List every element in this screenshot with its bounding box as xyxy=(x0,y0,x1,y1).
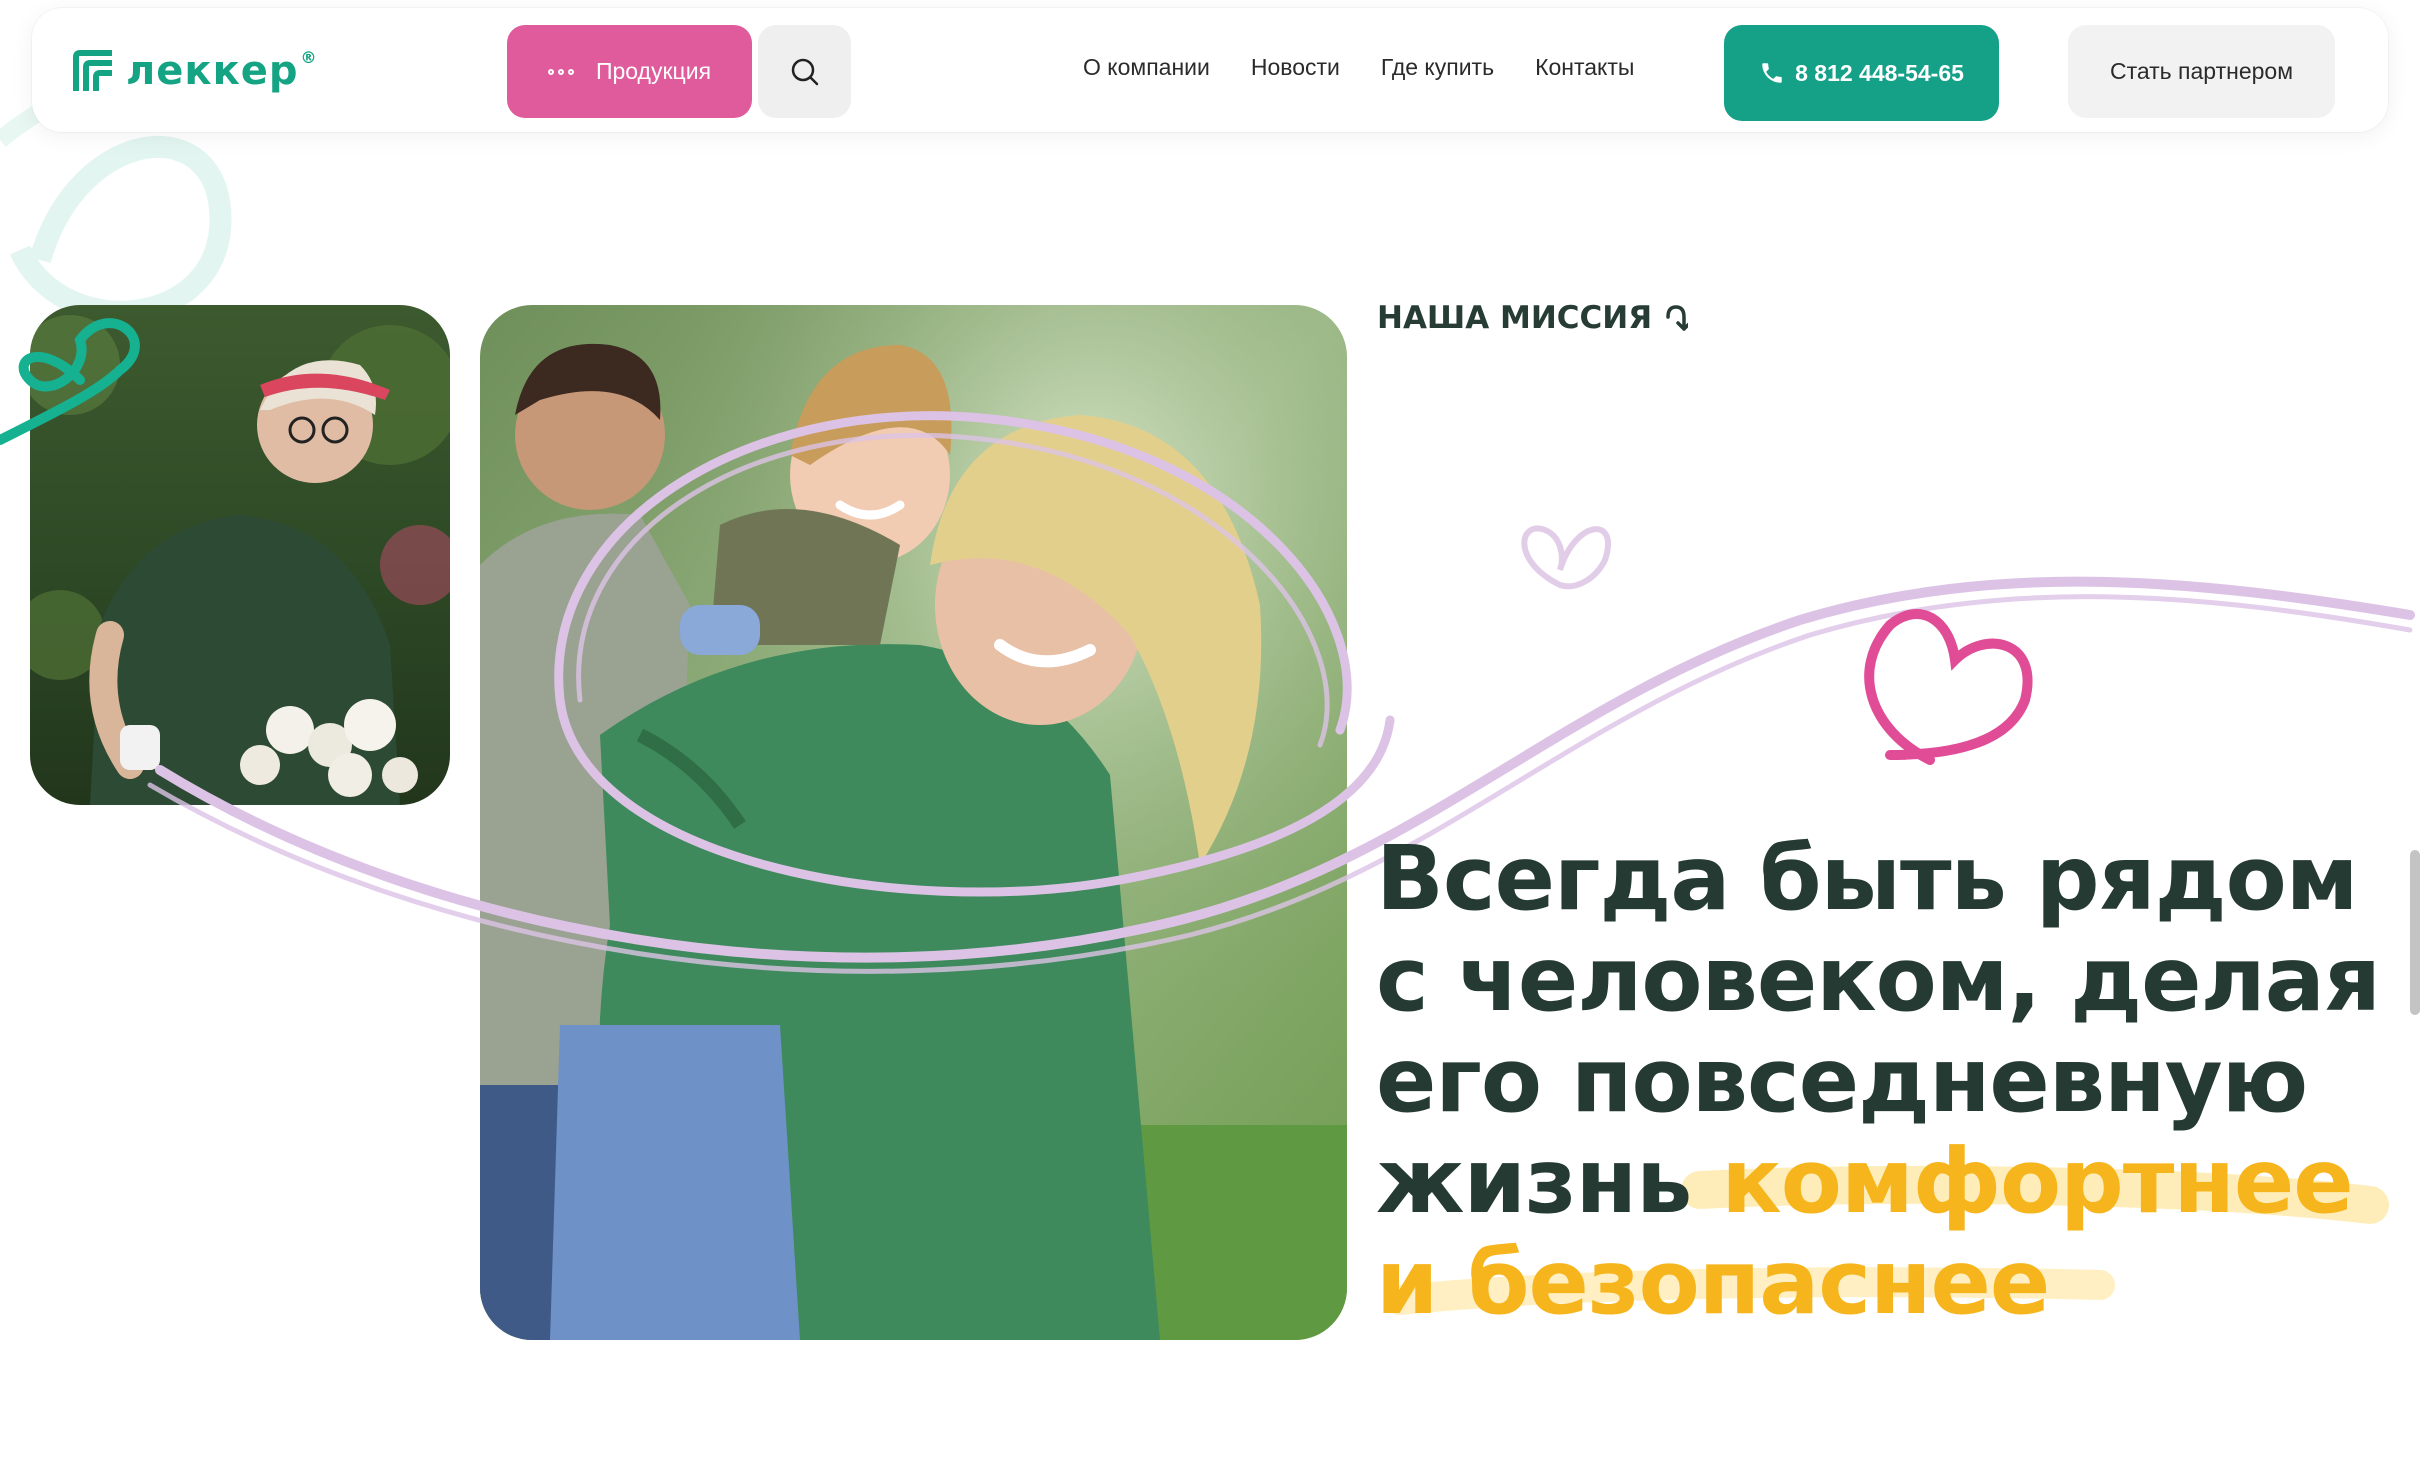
arrow-down-icon xyxy=(1666,305,1689,331)
products-label: Продукция xyxy=(595,58,712,84)
headline-line-2: с человеком, делая xyxy=(1376,927,2381,1031)
phone-icon xyxy=(1762,63,1782,83)
headline-line-1: Всегда быть рядом xyxy=(1376,826,2358,930)
headline-accent-1: комфортнее xyxy=(1721,1129,2353,1233)
nav-item-contacts[interactable]: Контакты xyxy=(1535,54,1634,81)
products-button[interactable]: Продукция xyxy=(507,25,752,118)
photo-family xyxy=(480,305,1347,1340)
logo-text: леккер ® xyxy=(126,48,318,94)
logo-mark-icon xyxy=(73,50,112,91)
nav-item-news[interactable]: Новости xyxy=(1251,54,1340,81)
phone-number: 8 812 448-54-65 xyxy=(1795,59,1964,86)
become-partner-button[interactable]: Стать партнером xyxy=(2068,25,2335,118)
mission-headline: Всегда быть рядом с человеком, делая его… xyxy=(1376,826,2381,1334)
scrollbar[interactable] xyxy=(2410,850,2420,1015)
mission-kicker: НАША МИССИЯ xyxy=(1377,300,1689,336)
headline-line-3: его повседневную xyxy=(1376,1028,2308,1132)
nav-item-where-to-buy[interactable]: Где купить xyxy=(1381,54,1494,81)
phone-button[interactable]: 8 812 448-54-65 xyxy=(1724,25,1999,121)
headline-line-4: жизнь комфортнее xyxy=(1376,1129,2354,1233)
mission-label: НАША МИССИЯ xyxy=(1377,300,1653,336)
gardener-image xyxy=(30,305,450,805)
dots-icon xyxy=(547,68,574,75)
main-nav: О компании Новости Где купить Контакты xyxy=(1083,54,1634,81)
photo-gardener xyxy=(30,305,450,805)
headline-accent-2: и безопаснее xyxy=(1376,1230,2050,1334)
search-icon xyxy=(791,58,818,85)
logo[interactable]: леккер ® xyxy=(72,48,317,94)
site-header: леккер ® Продукция О компании Новости Где… xyxy=(32,8,2388,132)
nav-item-about[interactable]: О компании xyxy=(1083,54,1210,81)
family-image xyxy=(480,305,1347,1340)
search-button[interactable] xyxy=(758,25,851,118)
